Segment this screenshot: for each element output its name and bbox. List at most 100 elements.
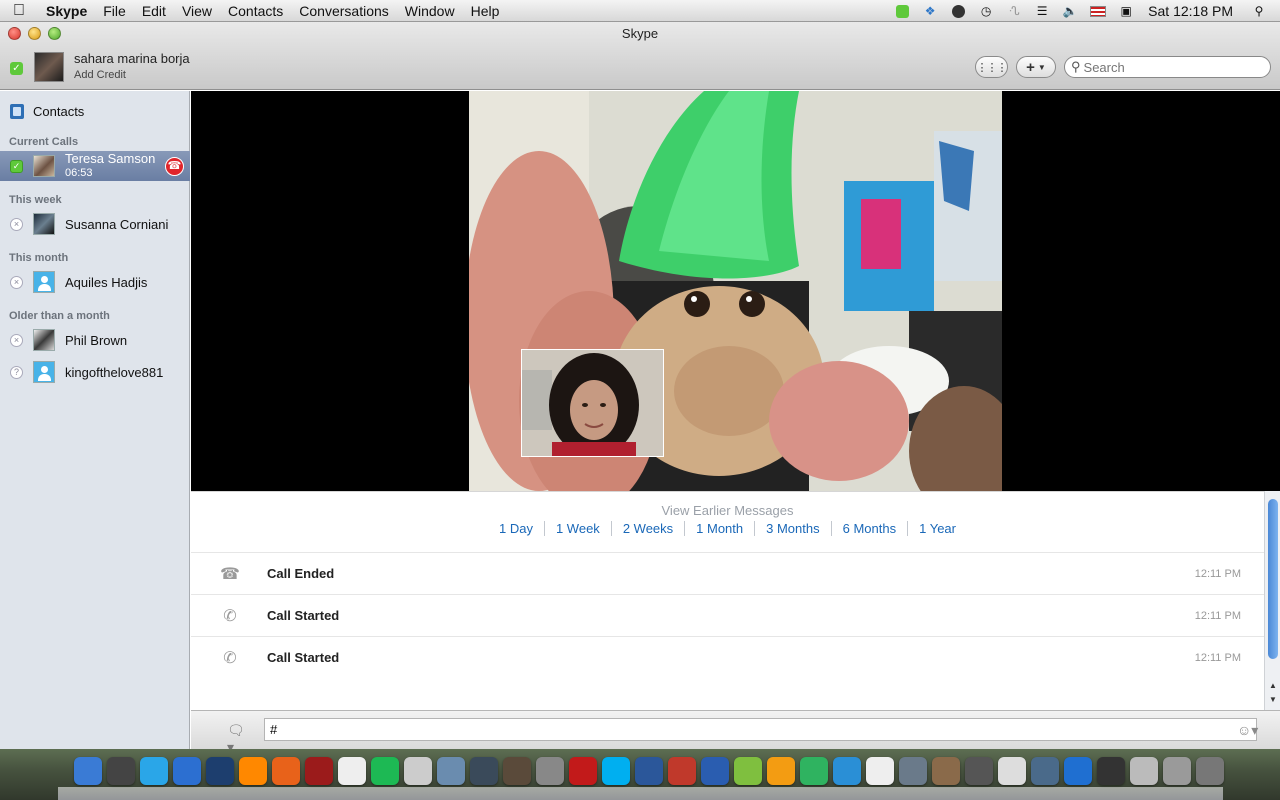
bluetooth-icon[interactable]: ᔗ <box>1005 4 1023 18</box>
spotify-tray-icon[interactable] <box>949 4 967 18</box>
menu-help[interactable]: Help <box>463 3 508 19</box>
dock-icon-photoshop[interactable] <box>206 757 234 785</box>
dock-icon-preferences[interactable] <box>536 757 564 785</box>
dock-icon-preview[interactable] <box>404 757 432 785</box>
dock-icon-camera[interactable] <box>1097 757 1125 785</box>
volume-icon[interactable]: 🔈 <box>1061 4 1079 18</box>
dock-icon-flash[interactable] <box>569 757 597 785</box>
dock-icon-lightroom[interactable] <box>470 757 498 785</box>
dock-icon-vlc[interactable] <box>239 757 267 785</box>
dock-icon-screen-sharing[interactable] <box>1031 757 1059 785</box>
menu-conversations[interactable]: Conversations <box>291 3 397 19</box>
skype-status-icon[interactable] <box>893 4 911 18</box>
menu-contacts[interactable]: Contacts <box>220 3 291 19</box>
history-range-links: 1 Day 1 Week 2 Weeks 1 Month 3 Months 6 … <box>191 521 1264 536</box>
chat-scrollbar[interactable]: ▲ ▼ <box>1264 491 1280 710</box>
dock-icon-books[interactable] <box>668 757 696 785</box>
add-button[interactable]: + ▼ <box>1016 56 1056 78</box>
display-icon[interactable]: ▣ <box>1117 4 1135 18</box>
dock-icon-trash[interactable] <box>1196 757 1224 785</box>
dock-icon-network[interactable] <box>998 757 1026 785</box>
range-3-months[interactable]: 3 Months <box>755 521 832 536</box>
add-credit-link[interactable]: Add Credit <box>74 69 126 81</box>
dock-icon-ichat[interactable] <box>140 757 168 785</box>
dock-icon-pages[interactable] <box>767 757 795 785</box>
contact-name: kingofthelove881 <box>65 364 164 380</box>
section-older: Older than a month <box>9 310 110 322</box>
menu-file[interactable]: File <box>95 3 134 19</box>
self-video-preview[interactable] <box>521 349 664 457</box>
conversation-panel: View Earlier Messages 1 Day 1 Week 2 Wee… <box>191 491 1264 710</box>
spotlight-icon[interactable]: ⚲ <box>1250 4 1268 18</box>
menu-app-name[interactable]: Skype <box>38 3 95 19</box>
dock-icon-itunes[interactable] <box>1064 757 1092 785</box>
range-1-year[interactable]: 1 Year <box>908 521 967 536</box>
section-current-calls: Current Calls <box>9 136 79 148</box>
my-display-name[interactable]: sahara marina borja <box>74 51 190 66</box>
wifi-icon[interactable]: ☰ <box>1033 4 1051 18</box>
dock-icon-aperture[interactable] <box>503 757 531 785</box>
range-1-month[interactable]: 1 Month <box>685 521 756 536</box>
dock-icon-firefox[interactable] <box>272 757 300 785</box>
dock-icon-photo-booth[interactable] <box>305 757 333 785</box>
contacts-label: Contacts <box>33 103 85 119</box>
range-1-day[interactable]: 1 Day <box>488 521 545 536</box>
title-bar: Skype ✓ sahara marina borja Add Credit ⋮… <box>0 22 1280 90</box>
menu-view[interactable]: View <box>174 3 220 19</box>
search-input[interactable] <box>1083 59 1264 75</box>
contact-row[interactable]: × Susanna Corniani <box>0 209 190 239</box>
my-avatar[interactable] <box>34 52 64 82</box>
dock-icon-ninja[interactable] <box>734 757 762 785</box>
menu-window[interactable]: Window <box>397 3 463 19</box>
call-event-text: Call Ended <box>267 566 335 581</box>
dropbox-icon[interactable]: ❖ <box>921 4 939 18</box>
dock-icon-iphoto[interactable] <box>437 757 465 785</box>
search-icon: ⚲ <box>1071 59 1081 74</box>
dock-icon-ical[interactable] <box>338 757 366 785</box>
range-2-weeks[interactable]: 2 Weeks <box>612 521 686 536</box>
range-6-months[interactable]: 6 Months <box>832 521 909 536</box>
dock-icon-word[interactable] <box>635 757 663 785</box>
avatar <box>33 155 55 177</box>
scroll-down-arrow[interactable]: ▼ <box>1265 695 1280 704</box>
apple-icon[interactable]:  <box>0 2 38 20</box>
emoticon-icon[interactable]: ☺▾ <box>1237 722 1258 739</box>
section-this-week: This week <box>9 194 62 206</box>
dock-icon-documents[interactable] <box>1163 757 1191 785</box>
dock-icon-automator[interactable] <box>932 757 960 785</box>
contact-row[interactable]: × Phil Brown <box>0 325 190 355</box>
message-input[interactable] <box>264 718 1257 741</box>
scroll-up-arrow[interactable]: ▲ <box>1265 681 1280 690</box>
call-event-time: 12:11 PM <box>1194 567 1241 580</box>
view-earlier-messages[interactable]: View Earlier Messages <box>191 503 1264 518</box>
time-machine-icon[interactable]: ◷ <box>977 4 995 18</box>
chat-bubble-icon[interactable]: 🗨▾ <box>227 722 251 755</box>
dock-icon-dashboard[interactable] <box>107 757 135 785</box>
video-call-area[interactable] <box>191 91 1280 491</box>
contact-row[interactable]: × Aquiles Hadjis <box>0 267 190 297</box>
dialpad-button[interactable]: ⋮⋮⋮ <box>975 56 1008 78</box>
dock-icon-safari[interactable] <box>173 757 201 785</box>
dock-icon-spotify[interactable] <box>371 757 399 785</box>
dock-icon-chrome[interactable] <box>800 757 828 785</box>
dialpad-icon: ⋮⋮⋮ <box>976 61 1008 74</box>
dock-icon-image-capture[interactable] <box>965 757 993 785</box>
dock-icon-skype[interactable] <box>602 757 630 785</box>
input-flag-icon[interactable] <box>1089 4 1107 18</box>
dock-icon-utility[interactable] <box>1130 757 1158 785</box>
dock-icon-vise[interactable] <box>701 757 729 785</box>
dock-icon-finder[interactable] <box>74 757 102 785</box>
online-status-icon[interactable]: ✓ <box>10 62 23 75</box>
menu-edit[interactable]: Edit <box>134 3 174 19</box>
contacts-nav-item[interactable]: Contacts <box>0 100 190 122</box>
scrollbar-thumb[interactable] <box>1268 499 1278 659</box>
dock-icon-messenger[interactable] <box>833 757 861 785</box>
search-field[interactable]: ⚲ <box>1064 56 1271 78</box>
range-1-week[interactable]: 1 Week <box>545 521 612 536</box>
current-call-row[interactable]: ✓ Teresa Samson 06:53 ☎ <box>0 151 190 181</box>
hang-up-button[interactable]: ☎ <box>165 157 184 176</box>
dock-icon-grab[interactable] <box>899 757 927 785</box>
dock-icon-directory[interactable] <box>866 757 894 785</box>
contact-row[interactable]: ? kingofthelove881 <box>0 357 190 387</box>
menu-clock[interactable]: Sat 12:18 PM <box>1140 3 1245 19</box>
